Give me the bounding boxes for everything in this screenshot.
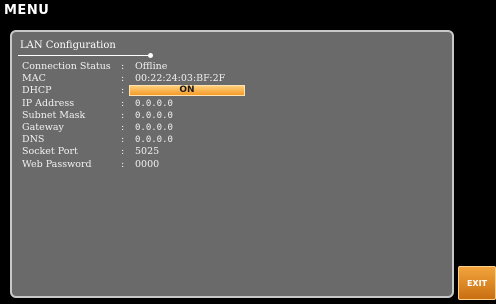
row-mac: MAC : 00:22:24:03:BF:2F xyxy=(22,73,442,85)
ip-address-field[interactable]: 0.0.0.0 xyxy=(135,98,173,110)
separator: : xyxy=(121,134,125,146)
dns-label: DNS xyxy=(22,134,45,146)
subnet-mask-field[interactable]: 0.0.0.0 xyxy=(135,110,173,122)
underline-dot xyxy=(148,53,153,58)
subnet-mask-label: Subnet Mask xyxy=(22,109,86,121)
row-web-password: Web Password : 0000 xyxy=(22,159,442,171)
separator: : xyxy=(121,109,125,121)
connection-status-label: Connection Status xyxy=(22,61,111,72)
dhcp-toggle[interactable]: ON xyxy=(129,85,245,97)
mac-label: MAC xyxy=(22,73,46,85)
separator: : xyxy=(121,121,125,133)
menu-title: MENU xyxy=(4,3,50,18)
gateway-field[interactable]: 0.0.0.0 xyxy=(135,122,173,134)
lan-config-screen: MENU LAN Configuration Connection Status… xyxy=(0,0,496,304)
socket-port-field[interactable]: 5025 xyxy=(135,146,159,158)
dhcp-label: DHCP xyxy=(22,85,52,97)
row-connection-status: Connection Status : Offline xyxy=(22,61,442,73)
separator: : xyxy=(121,73,125,85)
lan-config-panel: LAN Configuration Connection Status : Of… xyxy=(10,30,454,298)
ip-address-label: IP Address xyxy=(22,97,75,109)
exit-button[interactable]: EXIT xyxy=(458,266,496,300)
web-password-field[interactable]: 0000 xyxy=(135,159,159,171)
separator: : xyxy=(121,61,125,72)
row-ip-address: IP Address : 0.0.0.0 xyxy=(22,98,442,110)
dns-field[interactable]: 0.0.0.0 xyxy=(135,134,173,146)
row-gateway: Gateway : 0.0.0.0 xyxy=(22,122,442,134)
mac-value: 00:22:24:03:BF:2F xyxy=(135,73,226,85)
row-dhcp: DHCP : ON xyxy=(22,85,442,97)
settings-list: Connection Status : Offline MAC : 00:22:… xyxy=(22,61,442,171)
gateway-label: Gateway xyxy=(22,121,64,133)
separator: : xyxy=(121,158,125,170)
separator: : xyxy=(121,85,125,97)
socket-port-label: Socket Port xyxy=(22,146,78,158)
separator: : xyxy=(121,97,125,109)
web-password-label: Web Password xyxy=(22,158,92,170)
row-subnet-mask: Subnet Mask : 0.0.0.0 xyxy=(22,110,442,122)
row-dns: DNS : 0.0.0.0 xyxy=(22,134,442,146)
panel-header: LAN Configuration xyxy=(20,40,116,51)
underline-line xyxy=(18,55,150,56)
connection-status-value: Offline xyxy=(135,61,168,72)
header-underline xyxy=(18,52,156,58)
separator: : xyxy=(121,146,125,158)
row-socket-port: Socket Port : 5025 xyxy=(22,146,442,158)
